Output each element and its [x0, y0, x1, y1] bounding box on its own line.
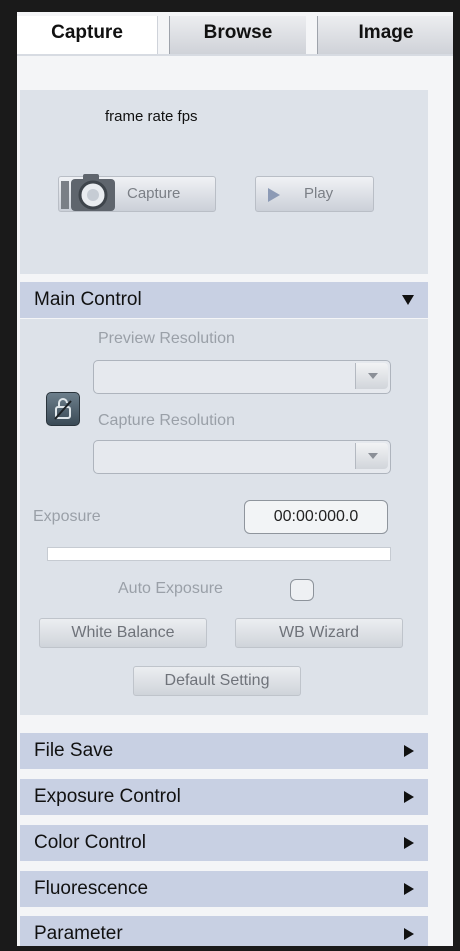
play-button[interactable]: Play [255, 176, 374, 212]
main-control-header[interactable]: Main Control [20, 282, 428, 318]
chevron-right-icon [404, 928, 414, 940]
fluorescence-title: Fluorescence [34, 878, 149, 899]
file-save-title: File Save [34, 740, 114, 761]
color-control-title: Color Control [34, 832, 146, 853]
preview-resolution-select[interactable] [93, 360, 391, 394]
exposure-control-title: Exposure Control [34, 786, 181, 807]
window-frame: Capture Browse Image frame rate fps Capt… [0, 0, 460, 951]
tab-divider [17, 54, 453, 56]
exposure-label: Exposure [33, 508, 101, 525]
wb-wizard-button[interactable]: WB Wizard [235, 618, 403, 648]
chevron-down-icon[interactable] [355, 443, 388, 469]
lock-icon[interactable] [46, 392, 80, 426]
parameter-header[interactable]: Parameter [20, 916, 428, 946]
frame-rate-label: frame rate fps [105, 108, 198, 125]
chevron-right-icon [404, 745, 414, 757]
white-balance-button[interactable]: White Balance [39, 618, 207, 648]
file-save-header[interactable]: File Save [20, 733, 428, 769]
chevron-down-icon[interactable] [355, 363, 388, 389]
fluorescence-header[interactable]: Fluorescence [20, 871, 428, 907]
capture-resolution-select[interactable] [93, 440, 391, 474]
capture-resolution-label: Capture Resolution [98, 412, 235, 429]
capture-button[interactable]: Capture [58, 174, 216, 212]
chevron-right-icon [404, 837, 414, 849]
play-button-label: Play [304, 185, 334, 202]
exposure-control-header[interactable]: Exposure Control [20, 779, 428, 815]
preview-resolution-label: Preview Resolution [98, 330, 235, 347]
play-icon [268, 188, 280, 202]
exposure-slider[interactable] [47, 547, 391, 561]
chevron-right-icon [404, 883, 414, 895]
tab-capture[interactable]: Capture [17, 16, 158, 54]
chevron-down-icon [402, 295, 414, 305]
main-control-title: Main Control [34, 289, 142, 310]
tab-browse[interactable]: Browse [169, 16, 306, 54]
color-control-header[interactable]: Color Control [20, 825, 428, 861]
tab-bar: Capture Browse Image [17, 12, 453, 54]
chevron-right-icon [404, 791, 414, 803]
default-setting-button[interactable]: Default Setting [133, 666, 301, 696]
auto-exposure-checkbox[interactable] [290, 579, 314, 601]
capture-button-label: Capture [127, 185, 181, 202]
exposure-time-field[interactable]: 00:00:000.0 [244, 500, 388, 534]
parameter-title: Parameter [34, 923, 123, 944]
capture-panel: Capture Browse Image frame rate fps Capt… [17, 12, 453, 946]
auto-exposure-label: Auto Exposure [118, 580, 223, 597]
camera-icon [61, 174, 115, 211]
tab-image[interactable]: Image [317, 16, 453, 54]
